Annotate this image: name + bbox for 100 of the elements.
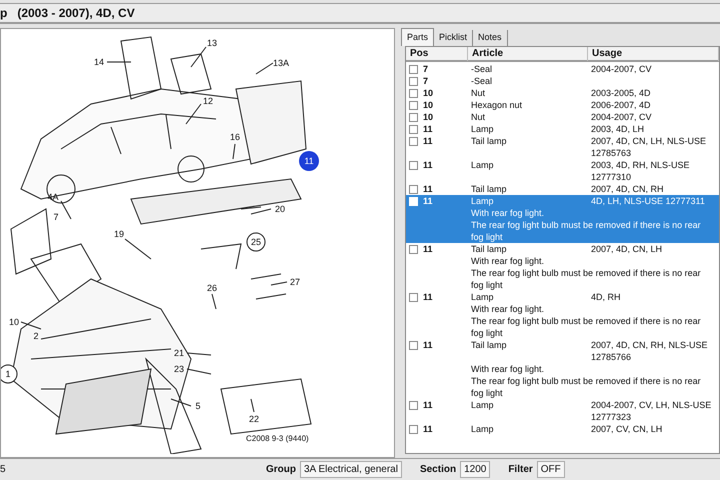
row-checkbox[interactable] bbox=[409, 77, 418, 86]
window-title: p (2003 - 2007), 4D, CV bbox=[0, 5, 135, 22]
pos-cell-text: 11 bbox=[423, 123, 434, 135]
pos-cell-text: 11 bbox=[423, 135, 434, 148]
column-header[interactable]: Usage bbox=[588, 47, 719, 61]
usage-cell-text: 12785766 bbox=[591, 351, 632, 363]
row-checkbox[interactable] bbox=[409, 425, 418, 434]
row-checkbox[interactable] bbox=[409, 101, 418, 110]
row-checkbox[interactable] bbox=[409, 125, 418, 134]
pos-cell-text: 11 bbox=[423, 291, 434, 303]
status-field: OFF bbox=[536, 461, 565, 478]
row-note: With rear fog light. bbox=[471, 207, 546, 219]
article-cell-text: Nut bbox=[471, 111, 486, 123]
column-header[interactable]: Pos bbox=[406, 47, 468, 61]
callout-number: 10 bbox=[9, 317, 19, 327]
callout-marker: 1 bbox=[1, 364, 18, 384]
article-cell-text: Hexagon nut bbox=[471, 99, 524, 111]
callout-number: 19 bbox=[114, 229, 124, 239]
row-note: The rear fog light bulb must be removed if there is no rear fog light bbox=[471, 375, 702, 399]
callout-marker: 25 bbox=[246, 232, 266, 252]
parts-row[interactable]: 11 Lamp 2003, 4D, RH, NLS-USE 12777310 bbox=[406, 159, 719, 183]
parts-row[interactable]: 11 Lamp 2007, CV, CN, LH bbox=[406, 423, 719, 435]
parts-row[interactable]: 11 Lamp 4D, LH, NLS-USE 12777311 With rear fog light. The rear fog light bulb must be removed if there is no rear fog light bbox=[406, 195, 719, 243]
callout-number: 16 bbox=[230, 132, 240, 142]
usage-cell-text: 12785763 bbox=[591, 147, 632, 159]
row-checkbox[interactable] bbox=[409, 89, 418, 98]
article-cell-text: Lamp bbox=[471, 291, 495, 303]
callout-number: 27 bbox=[290, 277, 300, 287]
usage-cell-text: 2006-2007, 4D bbox=[591, 99, 652, 111]
article-cell-text: Lamp bbox=[471, 159, 495, 172]
usage-cell-text: 2003, 4D, RH, NLS-USE bbox=[591, 159, 691, 171]
usage-cell-text: 2004-2007, CV bbox=[591, 63, 653, 75]
row-note: The rear fog light bulb must be removed if there is no rear fog light bbox=[471, 219, 702, 243]
status-field: 1200 bbox=[460, 461, 490, 478]
row-checkbox[interactable] bbox=[409, 401, 418, 410]
parts-row[interactable]: 11 Tail lamp 2007, 4D, CN, LH With rear fog light. The rear fog light bulb must be removed if there is no rear fog light bbox=[406, 243, 719, 291]
usage-cell-text: 2007, 4D, CN, RH, NLS-USE bbox=[591, 339, 709, 351]
status-label: Group bbox=[266, 463, 296, 477]
article-cell-text: Lamp bbox=[471, 423, 495, 435]
panel-tab[interactable]: Parts bbox=[401, 28, 434, 46]
status-label: Filter bbox=[508, 463, 533, 477]
row-checkbox[interactable] bbox=[409, 161, 418, 170]
callout-number: 7 bbox=[54, 212, 58, 222]
column-header[interactable]: Article bbox=[468, 47, 588, 61]
pos-cell-text: 11 bbox=[423, 183, 434, 195]
row-note: The rear fog light bulb must be removed if there is no rear fog light bbox=[471, 315, 702, 339]
pos-cell-text: 11 bbox=[423, 423, 434, 435]
pos-cell-text: 10 bbox=[423, 99, 434, 111]
callout-number: 21 bbox=[174, 348, 184, 358]
parts-row[interactable]: 11 Lamp 2003, 4D, LH bbox=[406, 123, 719, 135]
usage-cell-text: 2004-2007, CV bbox=[591, 111, 653, 123]
article-cell-text: Nut bbox=[471, 87, 486, 99]
callout-number: 2 bbox=[34, 331, 38, 341]
parts-row[interactable]: 10 Hexagon nut 2006-2007, 4D bbox=[406, 99, 719, 111]
parts-row[interactable]: 11 Tail lamp 2007, 4D, CN, RH bbox=[406, 183, 719, 195]
callout-number: 12 bbox=[203, 96, 213, 106]
parts-row[interactable]: 10 Nut 2004-2007, CV bbox=[406, 111, 719, 123]
article-cell-text: Lamp bbox=[471, 399, 495, 412]
parts-row[interactable]: 11 Tail lamp 2007, 4D, CN, RH, NLS-USE 12785766 With rear fog light. The rear fog light bulb must be removed if there is no rear fog light bbox=[406, 339, 719, 399]
row-checkbox[interactable] bbox=[409, 113, 418, 122]
pos-cell-text: 11 bbox=[423, 399, 434, 412]
row-checkbox[interactable] bbox=[409, 65, 418, 74]
pos-cell-text: 11 bbox=[423, 159, 434, 172]
status-field: 3A Electrical, general bbox=[300, 461, 402, 478]
article-cell-text: Lamp bbox=[471, 195, 495, 207]
callout-number: 26 bbox=[207, 283, 217, 293]
usage-cell-text: 12777323 bbox=[591, 411, 632, 423]
usage-cell-text: 2003, 4D, LH bbox=[591, 123, 646, 135]
pos-cell-text: 10 bbox=[423, 111, 434, 123]
usage-cell-text: 2007, 4D, CN, LH bbox=[591, 243, 664, 255]
usage-cell-text: 12777310 bbox=[591, 171, 632, 183]
row-note: With rear fog light. bbox=[471, 255, 546, 267]
article-cell-text: Tail lamp bbox=[471, 339, 508, 352]
usage-cell-text: 4D, LH, NLS-USE 12777311 bbox=[591, 195, 706, 207]
row-checkbox[interactable] bbox=[409, 137, 418, 146]
row-checkbox[interactable] bbox=[409, 185, 418, 194]
parts-row[interactable]: 7 -Seal 2004-2007, CV bbox=[406, 63, 719, 75]
status-label: Section bbox=[420, 463, 456, 477]
row-checkbox[interactable] bbox=[409, 341, 418, 350]
callout-number: 5 bbox=[196, 401, 200, 411]
usage-cell-text: 2007, CV, CN, LH bbox=[591, 423, 664, 435]
callout-number: 13 bbox=[207, 38, 217, 48]
parts-row[interactable]: 10 Nut 2003-2005, 4D bbox=[406, 87, 719, 99]
usage-cell-text: 2003-2005, 4D bbox=[591, 87, 652, 99]
row-note: The rear fog light bulb must be removed if there is no rear fog light bbox=[471, 267, 702, 291]
parts-row[interactable]: 11 Lamp 2004-2007, CV, LH, NLS-USE 12777323 bbox=[406, 399, 719, 423]
pos-cell-text: 11 bbox=[423, 195, 434, 207]
callout-number: 13A bbox=[273, 58, 289, 68]
pos-cell-text: 7 bbox=[423, 75, 430, 87]
parts-row[interactable]: 11 Tail lamp 2007, 4D, CN, LH, NLS-USE 12785763 bbox=[406, 135, 719, 159]
status-text: 5 bbox=[0, 463, 7, 477]
row-checkbox[interactable] bbox=[409, 293, 418, 302]
article-cell-text: -Seal bbox=[471, 75, 494, 87]
row-checkbox[interactable] bbox=[409, 245, 418, 254]
parts-row[interactable]: 11 Lamp 4D, RH With rear fog light. The rear fog light bulb must be removed if there is no rear fog light bbox=[406, 291, 719, 339]
row-note: With rear fog light. bbox=[471, 363, 546, 375]
parts-row[interactable]: 7 -Seal bbox=[406, 75, 719, 87]
usage-cell-text: 2007, 4D, CN, LH, NLS-USE bbox=[591, 135, 708, 147]
usage-cell-text: 4D, RH bbox=[591, 291, 622, 303]
callout-number: 23 bbox=[174, 364, 184, 374]
